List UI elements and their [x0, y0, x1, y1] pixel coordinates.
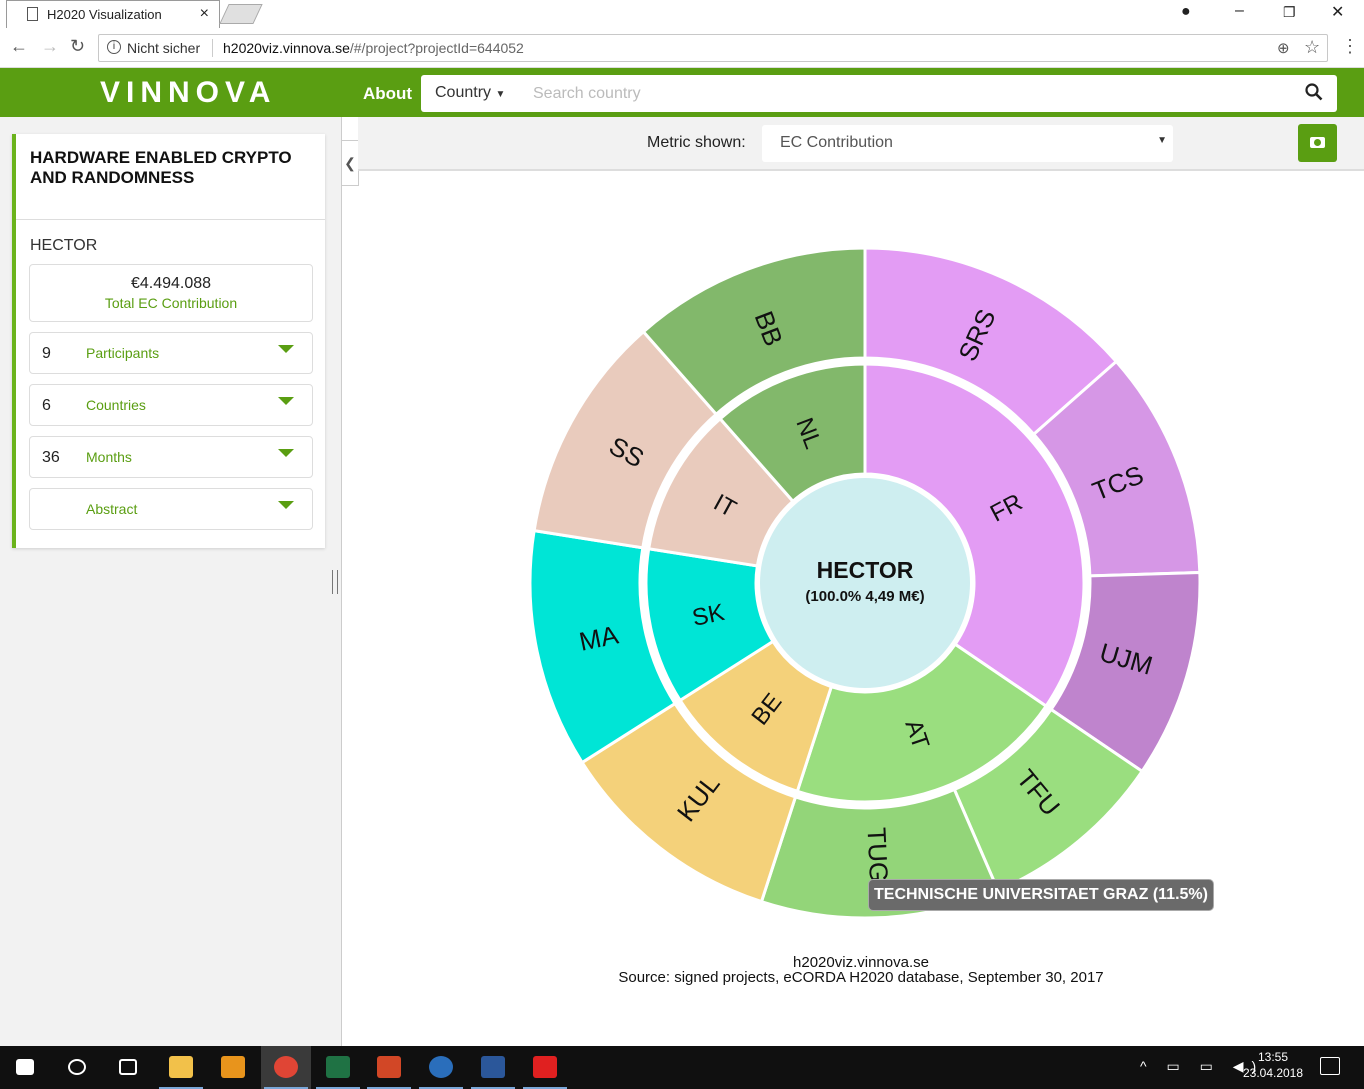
center-label: HECTOR: [817, 557, 914, 583]
sunburst-chart: SRSTCSUJMTFUTUGKULMASSBB FRATBESKITNL HE…: [530, 248, 1200, 918]
window-close-icon[interactable]: ✕: [1331, 2, 1344, 22]
url-host: h2020viz.vinnova.se: [223, 40, 350, 56]
vinnova-logo[interactable]: VINNOVA: [100, 76, 276, 110]
caret-down-icon: ▼: [1157, 135, 1167, 146]
browser-tab[interactable]: H2020 Visualization ×: [6, 0, 220, 28]
caret-down-icon: [278, 397, 294, 405]
chrome-icon: [274, 1056, 298, 1078]
restore-icon[interactable]: ❐: [1283, 4, 1296, 21]
taskbar-word-button[interactable]: [468, 1046, 518, 1089]
url-separator: [212, 39, 213, 57]
page-icon: [27, 7, 38, 21]
url-path: /#/project?projectId=644052: [349, 40, 524, 56]
search-input[interactable]: [533, 81, 1273, 106]
notification-icon[interactable]: [1320, 1057, 1340, 1075]
taskbar-chrome-button[interactable]: [261, 1046, 311, 1089]
months-expander[interactable]: 36 Months: [29, 436, 313, 478]
acrobat-icon: [533, 1056, 557, 1078]
start-icon: [16, 1059, 34, 1075]
caret-down-icon: [278, 345, 294, 353]
segment-label-tug: TUG: [862, 827, 895, 883]
bookmark-star-icon[interactable]: ☆: [1304, 37, 1320, 58]
countries-expander[interactable]: 6 Countries: [29, 384, 313, 426]
task-view-icon: [119, 1059, 137, 1075]
clock-time: 13:55: [1257, 1050, 1289, 1064]
metric-label: Metric shown:: [647, 134, 746, 151]
countries-label: Countries: [86, 397, 146, 413]
center-circle[interactable]: [760, 478, 970, 688]
tab-close-icon[interactable]: ×: [200, 5, 209, 23]
project-title: HARDWARE ENABLED CRYPTO AND RANDOMNESS: [30, 148, 292, 187]
months-count: 36: [42, 449, 60, 466]
screenshot-button[interactable]: [1298, 124, 1337, 162]
chart-tooltip: TECHNISCHE UNIVERSITAET GRAZ (11.5%): [868, 879, 1214, 911]
resize-handle[interactable]: [332, 570, 338, 594]
total-contribution-box: €4.494.088 Total EC Contribution: [29, 264, 313, 322]
taskbar-acrobat-button[interactable]: [520, 1046, 570, 1089]
file-explorer-icon: [169, 1056, 193, 1078]
collapse-sidebar-button[interactable]: ❮: [342, 140, 359, 186]
months-label: Months: [86, 449, 132, 465]
chevron-left-icon: ❮: [344, 155, 356, 171]
project-acronym: HECTOR: [30, 237, 98, 254]
search-bar: Country ▼: [421, 75, 1337, 112]
country-dropdown[interactable]: Country ▼: [435, 84, 505, 102]
caret-down-icon: [278, 501, 294, 509]
abstract-label: Abstract: [86, 501, 138, 517]
url-text[interactable]: h2020viz.vinnova.se/#/project?projectId=…: [223, 40, 524, 56]
country-dropdown-label: Country: [435, 84, 492, 101]
total-contribution-label: Total EC Contribution: [104, 295, 238, 311]
taskbar-r-button[interactable]: [416, 1046, 466, 1089]
taskbar-file-explorer-button[interactable]: [156, 1046, 206, 1089]
back-icon[interactable]: ←: [10, 36, 28, 57]
center-sublabel: (100.0% 4,49 M€): [805, 588, 924, 605]
clock[interactable]: 13:55 23.04.2018: [1236, 1049, 1310, 1081]
search-icon[interactable]: [1305, 83, 1323, 101]
caret-down-icon: [278, 449, 294, 457]
about-link[interactable]: About: [363, 84, 412, 104]
camera-lens: [1314, 139, 1321, 146]
taskbar-search-button[interactable]: [52, 1046, 102, 1089]
security-label[interactable]: Nicht sicher: [127, 40, 200, 56]
minimize-icon[interactable]: –: [1235, 2, 1244, 20]
forward-icon[interactable]: →: [41, 36, 59, 57]
taskbar-powerpoint-button[interactable]: [364, 1046, 414, 1089]
metric-select[interactable]: EC Contribution ▼: [762, 125, 1173, 162]
excel-icon: [326, 1056, 350, 1078]
info-icon[interactable]: i: [107, 40, 121, 54]
caret-down-icon: ▼: [495, 89, 506, 100]
r-icon: [429, 1056, 453, 1078]
source-text: Source: signed projects, eCORDA H2020 da…: [618, 969, 1104, 985]
profile-icon[interactable]: ●: [1181, 3, 1191, 21]
powerpoint-icon: [377, 1056, 401, 1078]
taskbar-outlook-button[interactable]: [208, 1046, 258, 1089]
clock-date: 23.04.2018: [1242, 1066, 1304, 1080]
total-contribution-value: €4.494.088: [130, 275, 212, 292]
zoom-icon[interactable]: ⊕: [1277, 39, 1290, 57]
participants-label: Participants: [86, 345, 160, 361]
reload-icon[interactable]: ↻: [70, 36, 85, 57]
taskbar-task-view-button[interactable]: [103, 1046, 153, 1089]
outlook-icon: [221, 1056, 245, 1078]
countries-count: 6: [42, 397, 51, 414]
taskbar-excel-button[interactable]: [313, 1046, 363, 1089]
search-icon: [68, 1059, 86, 1075]
tab-title: H2020 Visualization: [47, 7, 162, 22]
word-icon: [481, 1056, 505, 1078]
abstract-expander[interactable]: Abstract: [29, 488, 313, 530]
participants-count: 9: [42, 345, 51, 362]
divider: [16, 219, 325, 220]
metric-select-value: EC Contribution: [780, 134, 893, 151]
taskbar-start-button[interactable]: [0, 1046, 50, 1089]
url-field[interactable]: i Nicht sicher h2020viz.vinnova.se/#/pro…: [98, 34, 1328, 62]
participants-expander[interactable]: 9 Participants: [29, 332, 313, 374]
menu-dots-icon[interactable]: ⋮: [1341, 36, 1359, 57]
